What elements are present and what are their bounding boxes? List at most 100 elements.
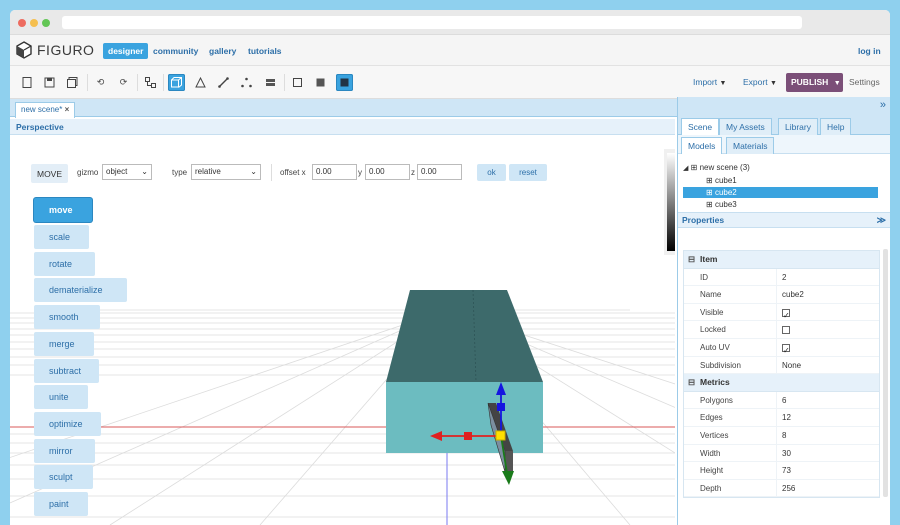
scene-canvas[interactable] — [10, 135, 675, 525]
op-rotate-button[interactable]: rotate — [34, 252, 95, 276]
tab-my-assets[interactable]: My Assets — [719, 118, 772, 135]
doc-tab-new-scene[interactable]: new scene* × — [15, 102, 76, 118]
panel-tabs: Scene My Assets Library Help — [678, 115, 890, 135]
visible-checkbox[interactable] — [782, 307, 790, 324]
settings-link[interactable]: Settings — [849, 75, 880, 90]
op-subtract-button[interactable]: subtract — [34, 359, 99, 383]
side-panel: » Scene My Assets Library Help Models Ma… — [677, 97, 890, 525]
locked-checkbox[interactable] — [782, 326, 790, 335]
login-link[interactable]: log in — [853, 43, 886, 59]
op-unite-button[interactable]: unite — [34, 385, 88, 409]
panel-topbar: » — [678, 97, 890, 115]
properties-scrollbar[interactable] — [883, 249, 888, 497]
offset-x-input[interactable]: 0.00 — [312, 164, 357, 180]
browser-chrome — [10, 10, 890, 35]
chevron-down-icon: ⌄ — [250, 167, 257, 176]
tree-item-cube2[interactable]: ⊞ cube2 — [683, 187, 878, 198]
tab-scene[interactable]: Scene — [681, 118, 720, 135]
op-optimize-button[interactable]: optimize — [34, 412, 101, 436]
save-icon[interactable] — [41, 74, 58, 91]
hierarchy-icon: ⊞ — [706, 176, 713, 185]
nav-gallery[interactable]: gallery — [204, 43, 241, 59]
tab-materials[interactable]: Materials — [726, 137, 775, 154]
op-mirror-button[interactable]: mirror — [34, 439, 95, 463]
undo-icon[interactable]: ⟲ — [92, 74, 109, 91]
publish-button[interactable]: PUBLISH ▼ — [786, 73, 843, 92]
op-scale-button[interactable]: scale — [34, 225, 89, 249]
triangle-icon[interactable] — [192, 74, 209, 91]
op-sculpt-button[interactable]: sculpt — [34, 465, 93, 489]
offset-x-label: offset x — [280, 168, 306, 177]
edge-icon[interactable] — [215, 74, 232, 91]
hierarchy-icon: ⊞ — [706, 200, 713, 209]
perspective-viewport[interactable]: Perspective MOVE gizmo object ⌄ type rel… — [10, 119, 675, 525]
nav-community[interactable]: community — [148, 43, 203, 59]
import-menu[interactable]: Import ▼ — [693, 75, 726, 90]
tree-root[interactable]: ◢ ⊞ new scene (3) — [683, 162, 878, 173]
tree-item-cube3[interactable]: ⊞ cube3 — [683, 199, 878, 210]
square-active-icon[interactable] — [336, 74, 353, 91]
op-merge-button[interactable]: merge — [34, 332, 94, 356]
tab-library[interactable]: Library — [778, 118, 818, 135]
hierarchy-icon: ⊞ — [706, 188, 713, 197]
viewport-title: Perspective — [10, 119, 675, 135]
hierarchy-icon: ⊞ — [690, 163, 698, 172]
group-metrics[interactable]: ⊟ Metrics — [684, 374, 879, 392]
cube-logo-icon — [16, 41, 32, 59]
main-toolbar: ⟲ ⟳ Import ▼ Export ▼ PUBLISH ▼ Settings — [10, 66, 890, 99]
close-icon[interactable]: × — [65, 105, 70, 114]
offset-z-input[interactable]: 0.00 — [417, 164, 462, 180]
scene-tree: ◢ ⊞ new scene (3) ⊞ cube1 ⊞ cube2 ⊞ cube… — [678, 154, 890, 212]
export-menu[interactable]: Export ▼ — [743, 75, 777, 90]
move-mode-label: MOVE — [31, 164, 68, 183]
op-dematerialize-button[interactable]: dematerialize — [34, 278, 127, 302]
offset-y-input[interactable]: 0.00 — [365, 164, 410, 180]
tab-help[interactable]: Help — [820, 118, 852, 135]
offset-y-label: y — [358, 168, 362, 177]
new-file-icon[interactable] — [18, 74, 35, 91]
nav-tutorials[interactable]: tutorials — [243, 43, 287, 59]
top-nav: FIGURO designer community gallery tutori… — [10, 35, 890, 66]
properties-table: ⊟Item ID2 Namecube2 Visible Locked Auto … — [683, 250, 880, 499]
nav-designer[interactable]: designer — [103, 43, 149, 59]
minus-icon[interactable]: ⊟ — [688, 251, 695, 268]
vertex-icon[interactable] — [238, 74, 255, 91]
close-dot-icon[interactable] — [18, 19, 26, 27]
cube-select-icon[interactable] — [168, 74, 185, 91]
prop-row: Height 73 — [684, 462, 879, 480]
type-select[interactable]: relative ⌄ — [191, 164, 261, 180]
group-item[interactable]: ⊟ Item — [684, 251, 879, 269]
square-outline-icon[interactable] — [289, 74, 306, 91]
prop-row: ID 2 — [684, 268, 879, 287]
logo-text: FIGURO — [37, 42, 95, 58]
prop-row[interactable]: Name cube2 — [684, 286, 879, 304]
redo-icon[interactable]: ⟳ — [115, 74, 132, 91]
prop-row-auto-uv: Auto UV — [684, 338, 879, 359]
maximize-dot-icon[interactable] — [42, 19, 50, 27]
op-move-button[interactable]: move — [34, 198, 92, 222]
tab-models[interactable]: Models — [681, 137, 723, 154]
prop-row-visible: Visible — [684, 303, 879, 324]
collapse-panel-icon[interactable]: » — [880, 99, 886, 111]
reset-button[interactable]: reset — [509, 164, 547, 181]
prop-row: Vertices 8 — [684, 426, 879, 445]
op-paint-button[interactable]: paint — [34, 492, 88, 516]
address-bar[interactable] — [62, 16, 802, 29]
prop-row[interactable]: Subdivision None — [684, 356, 879, 375]
auto-uv-checkbox[interactable] — [782, 342, 790, 359]
gizmo-select[interactable]: object ⌄ — [102, 164, 152, 180]
op-smooth-button[interactable]: smooth — [34, 305, 100, 329]
grid-icon[interactable] — [262, 74, 279, 91]
minimize-dot-icon[interactable] — [30, 19, 38, 27]
minus-icon[interactable]: ⊟ — [688, 374, 695, 391]
tree-item-cube1[interactable]: ⊞ cube1 — [683, 175, 878, 186]
save-as-icon[interactable] — [64, 74, 81, 91]
selected-box[interactable] — [386, 289, 543, 453]
prop-row: Polygons 6 — [684, 391, 879, 410]
collapse-icon[interactable]: ≫ — [877, 213, 886, 227]
square-filled-icon[interactable] — [312, 74, 329, 91]
ok-button[interactable]: ok — [477, 164, 506, 181]
hierarchy-icon[interactable] — [142, 74, 159, 91]
expand-icon[interactable]: ◢ — [683, 165, 688, 172]
logo[interactable]: FIGURO — [15, 41, 94, 59]
